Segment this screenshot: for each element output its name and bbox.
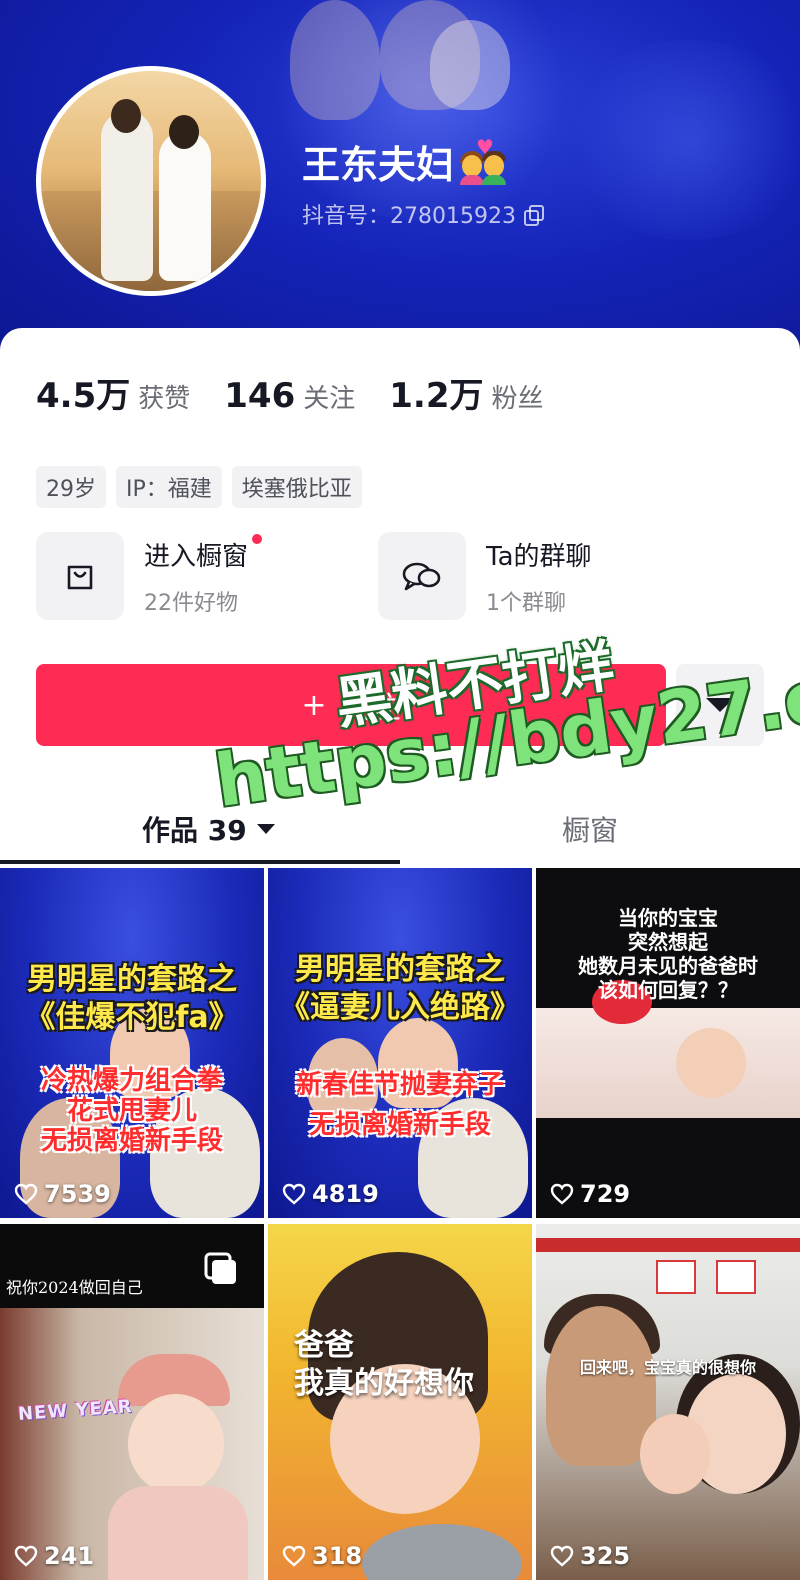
copy-icon[interactable] xyxy=(523,205,544,226)
stat-number: 146 xyxy=(224,376,296,416)
video-title: 我真的好想你 xyxy=(294,1366,474,1401)
video-thumbnail[interactable]: 当你的宝宝 突然想起 她数月未见的爸爸时 该如何回复？？ 729 xyxy=(536,868,800,1218)
entry-title: 进入橱窗 xyxy=(144,533,263,573)
entry-row: 进入橱窗 22件好物 Ta的群聊 1个群聊 xyxy=(36,532,766,620)
video-title: 回来吧，宝宝真的很想你 xyxy=(579,1358,756,1377)
thumbnail-bowl xyxy=(362,1524,522,1580)
thumbnail-sign xyxy=(716,1260,756,1294)
more-button[interactable] xyxy=(676,664,764,746)
thumbnail-bed xyxy=(536,1008,800,1118)
chevron-down-icon xyxy=(706,698,734,712)
heart-icon xyxy=(14,1183,38,1205)
multi-image-icon xyxy=(204,1252,236,1284)
like-count: 4819 xyxy=(282,1180,379,1208)
like-count: 318 xyxy=(282,1542,362,1570)
video-grid: 男明星的套路之 《佳爆不犯fa》 冷热爆力组合拳 花式甩妻儿 无损离婚新手段 7… xyxy=(0,868,800,1582)
video-title: 祝你2024做回自己 xyxy=(6,1278,143,1297)
stat-label: 粉丝 xyxy=(491,384,544,414)
douyin-id-row[interactable]: 抖音号：278015923 xyxy=(302,198,544,230)
entry-title: Ta的群聊 xyxy=(486,541,592,572)
notification-dot xyxy=(252,533,263,544)
profile-tags: 29岁 IP：福建 埃塞俄比亚 xyxy=(36,466,362,508)
video-title: 《佳爆不犯fa》 xyxy=(25,1000,239,1035)
avatar-figure-head xyxy=(169,115,199,149)
heart-icon xyxy=(14,1545,38,1567)
video-thumbnail[interactable]: 回来吧，宝宝真的很想你 325 xyxy=(536,1224,800,1580)
video-thumbnail[interactable]: 爸爸 我真的好想你 318 xyxy=(268,1224,532,1580)
like-count: 729 xyxy=(550,1180,630,1208)
avatar[interactable] xyxy=(36,66,266,296)
chat-bubbles-icon xyxy=(378,532,466,620)
couple-with-heart-icon: ♥ xyxy=(460,135,508,185)
tab-works[interactable]: 作品 39 xyxy=(142,798,275,860)
shopping-bag-icon xyxy=(36,532,124,620)
tab-indicator xyxy=(0,860,400,864)
avatar-figure-head xyxy=(111,99,141,133)
video-thumbnail[interactable]: 男明星的套路之 《佳爆不犯fa》 冷热爆力组合拳 花式甩妻儿 无损离婚新手段 7… xyxy=(0,868,264,1218)
banner-person xyxy=(430,20,510,110)
profile-card: 4.5万 获赞 146 关注 1.2万 粉丝 29岁 IP：福建 埃塞俄比亚 进… xyxy=(0,328,800,868)
stat-number: 1.2万 xyxy=(389,376,484,416)
thumbnail-child xyxy=(640,1414,710,1494)
video-title: 《逼妻儿入绝路》 xyxy=(280,990,520,1025)
video-caption: 无损离婚新手段 xyxy=(40,1126,223,1156)
tag-age: 29岁 xyxy=(36,466,106,508)
video-thumbnail[interactable]: 男明星的套路之 《逼妻儿入绝路》 新春佳节抛妻弃子 无损离婚新手段 4819 xyxy=(268,868,532,1218)
thumbnail-child xyxy=(128,1394,224,1494)
video-thumbnail[interactable]: 祝你2024做回自己 NEW YEAR 241 xyxy=(0,1224,264,1580)
nickname: 王东夫妇 xyxy=(302,143,455,187)
thumbnail-sign xyxy=(656,1260,696,1294)
douyin-id: 抖音号：278015923 xyxy=(302,204,516,229)
like-count: 325 xyxy=(550,1542,630,1570)
video-caption: 无损离婚新手段 xyxy=(308,1110,491,1140)
stat-label: 获赞 xyxy=(138,384,191,414)
stats-row: 4.5万 获赞 146 关注 1.2万 粉丝 xyxy=(36,368,544,417)
avatar-figure xyxy=(159,131,211,281)
plus-icon: + xyxy=(301,687,327,723)
like-count: 241 xyxy=(14,1542,94,1570)
heart-icon xyxy=(550,1545,574,1567)
tag-ip: IP：福建 xyxy=(116,466,222,508)
heart-icon xyxy=(550,1183,574,1205)
stat-following[interactable]: 146 关注 xyxy=(224,376,355,416)
entry-subtitle: 1个群聊 xyxy=(486,590,566,616)
avatar-figure xyxy=(101,111,153,281)
nickname-row: 王东夫妇 ♥ xyxy=(302,134,508,189)
heart-icon xyxy=(282,1545,306,1567)
entry-subtitle: 22件好物 xyxy=(144,590,238,616)
stat-followers[interactable]: 1.2万 粉丝 xyxy=(389,368,543,417)
thumbnail-person xyxy=(546,1306,656,1466)
follow-row: + 关注 xyxy=(36,664,766,746)
tab-shop-window[interactable]: 橱窗 xyxy=(562,798,618,860)
tab-label: 橱窗 xyxy=(562,814,619,847)
banner-person xyxy=(290,0,380,120)
stat-number: 4.5万 xyxy=(36,376,131,416)
thumbnail-child-body xyxy=(108,1486,248,1580)
like-count: 7539 xyxy=(14,1180,111,1208)
video-caption: 新春佳节抛妻弃子 xyxy=(295,1070,504,1100)
tab-label: 作品 39 xyxy=(142,814,247,847)
content-tabs: 作品 39 橱窗 xyxy=(0,798,800,868)
caret-down-icon xyxy=(256,824,275,834)
group-chat-entry[interactable]: Ta的群聊 1个群聊 xyxy=(378,532,720,620)
stat-likes[interactable]: 4.5万 获赞 xyxy=(36,368,190,417)
tag-location: 埃塞俄比亚 xyxy=(231,466,362,508)
heart-icon xyxy=(282,1183,306,1205)
thumbnail-banner xyxy=(536,1238,800,1252)
video-title: 该如何回复？？ xyxy=(598,978,738,1002)
banner-glow xyxy=(560,40,800,240)
follow-button[interactable]: + 关注 xyxy=(36,664,666,746)
thumbnail-baby xyxy=(676,1028,746,1098)
follow-label: 关注 xyxy=(340,691,401,726)
stat-label: 关注 xyxy=(303,384,356,414)
shop-window-entry[interactable]: 进入橱窗 22件好物 xyxy=(36,532,378,620)
